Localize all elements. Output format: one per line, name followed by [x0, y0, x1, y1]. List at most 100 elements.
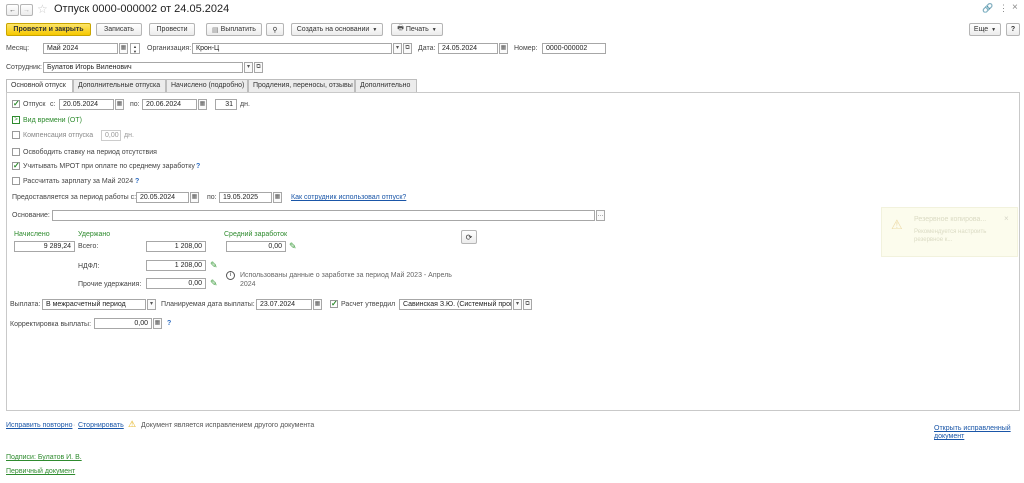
- days-field[interactable]: 31: [215, 99, 237, 110]
- mrot-label: Учитывать МРОТ при оплате по среднему за…: [23, 163, 195, 170]
- basis-label: Основание:: [12, 212, 50, 219]
- correction-calc-icon[interactable]: ▦: [153, 318, 162, 329]
- period-label: Предоставляется за период работы с:: [12, 194, 137, 201]
- period-to-calendar-icon[interactable]: ▦: [273, 192, 282, 203]
- calc-salary-help-icon[interactable]: ?: [135, 177, 139, 186]
- employee-dropdown-icon[interactable]: ▾: [244, 62, 253, 73]
- warning-icon: ⚠: [128, 419, 137, 429]
- org-field[interactable]: Крон-Ц: [192, 43, 392, 54]
- month-label: Месяц:: [6, 45, 30, 52]
- from-calendar-icon[interactable]: ▦: [115, 99, 124, 110]
- basis-field[interactable]: [52, 210, 595, 221]
- open-fixed-link[interactable]: Открыть исправленный документ: [934, 425, 1014, 441]
- write-button[interactable]: Записать: [96, 23, 142, 36]
- employee-open-icon[interactable]: ⧉: [254, 62, 263, 73]
- org-open-icon[interactable]: ⧉: [403, 43, 412, 54]
- correction-field[interactable]: 0,00: [94, 318, 152, 329]
- tab-additional-vacations[interactable]: Дополнительные отпуска: [73, 79, 166, 92]
- backup-notification[interactable]: ⚠ Резервное копирова... × Рекомендуется …: [881, 207, 1018, 257]
- favorite-star-icon[interactable]: ☆: [37, 2, 48, 16]
- approved-field[interactable]: Савинская З.Ю. (Системный прог: [399, 299, 512, 310]
- other-withholding-edit-icon[interactable]: ✎: [210, 279, 218, 288]
- to-label: по:: [130, 101, 140, 108]
- to-calendar-icon[interactable]: ▦: [198, 99, 207, 110]
- compensation-field[interactable]: 0,00: [101, 130, 121, 141]
- fix-again-link[interactable]: Исправить повторно: [6, 421, 72, 430]
- notification-text: Рекомендуется настроить резервное к...: [914, 229, 987, 243]
- basis-select-icon[interactable]: …: [596, 210, 605, 221]
- planned-date-calendar-icon[interactable]: ▦: [313, 299, 322, 310]
- time-kind-toggle[interactable]: >: [12, 116, 20, 124]
- correction-warning-text: Документ является исправлением другого д…: [141, 422, 315, 429]
- close-icon[interactable]: ×: [1012, 2, 1018, 13]
- month-field[interactable]: Май 2024: [43, 43, 118, 54]
- accrued-field: 9 289,24: [14, 241, 75, 252]
- printer-icon: 🖶: [397, 25, 404, 32]
- pay-icon: ▤: [212, 26, 219, 34]
- signatures-link[interactable]: Подписи: Булатов И. В.: [6, 453, 82, 462]
- chevron-down-icon: ▼: [991, 26, 997, 33]
- calendar-icon[interactable]: ▦: [119, 43, 128, 54]
- free-rate-label: Освободить ставку на период отсутствия: [23, 149, 157, 156]
- help-button[interactable]: ?: [1006, 23, 1020, 36]
- vacation-checkbox[interactable]: ✓: [12, 100, 20, 108]
- avg-earnings-info: Использованы данные о заработке за перио…: [240, 272, 452, 288]
- payment-dropdown-icon[interactable]: ▾: [147, 299, 156, 310]
- notification-close-icon[interactable]: ×: [1004, 214, 1009, 223]
- tab-accrued-detailed[interactable]: Начислено (подробно): [166, 79, 248, 92]
- period-to-field[interactable]: 19.05.2025: [219, 192, 272, 203]
- calc-salary-label: Рассчитать зарплату за Май 2024: [23, 178, 134, 185]
- avg-earnings-field: 0,00: [226, 241, 286, 252]
- post-button[interactable]: Провести: [149, 23, 195, 36]
- forward-button[interactable]: →: [20, 4, 33, 16]
- ndfl-edit-icon[interactable]: ✎: [210, 261, 218, 270]
- print-button[interactable]: 🖶 Печать ▼: [391, 23, 443, 36]
- post-and-close-button[interactable]: Провести и закрыть: [6, 23, 91, 36]
- window-header: ← → ☆ Отпуск 0000-000002 от 24.05.2024 🔗…: [0, 0, 1024, 20]
- time-kind-label[interactable]: Вид времени (ОТ): [23, 116, 82, 125]
- primary-document-link[interactable]: Первичный документ: [6, 467, 75, 476]
- pay-button[interactable]: ▤ Выплатить: [206, 23, 262, 36]
- number-field[interactable]: 0000-000002: [542, 43, 606, 54]
- compensation-checkbox[interactable]: [12, 131, 20, 139]
- approved-open-icon[interactable]: ⧉: [523, 299, 532, 310]
- recalculate-button[interactable]: ⟳: [461, 230, 477, 244]
- month-stepper[interactable]: ▲ ▼: [130, 43, 140, 54]
- mrot-help-icon[interactable]: ?: [196, 162, 200, 171]
- planned-date-field[interactable]: 23.07.2024: [256, 299, 312, 310]
- correction-help-icon[interactable]: ?: [167, 319, 171, 328]
- used-vacation-link[interactable]: Как сотрудник использовал отпуск?: [291, 193, 406, 202]
- vacation-label: Отпуск: [23, 101, 46, 108]
- date-calendar-icon[interactable]: ▦: [499, 43, 508, 54]
- more-button[interactable]: Еще ▼: [969, 23, 1001, 36]
- free-rate-checkbox[interactable]: [12, 148, 20, 156]
- employee-field[interactable]: Булатов Игорь Виленович: [43, 62, 243, 73]
- approved-checkbox[interactable]: ✓: [330, 300, 338, 308]
- avg-earnings-edit-icon[interactable]: ✎: [289, 242, 297, 251]
- approved-dropdown-icon[interactable]: ▾: [513, 299, 522, 310]
- payment-label: Выплата:: [10, 301, 41, 308]
- compensation-unit: дн.: [124, 132, 134, 139]
- org-dropdown-icon[interactable]: ▾: [393, 43, 402, 54]
- total-withheld-field: 1 208,00: [146, 241, 206, 252]
- attach-button[interactable]: ⚲: [266, 23, 284, 36]
- date-field[interactable]: 24.05.2024: [438, 43, 498, 54]
- reverse-link[interactable]: Сторнировать: [78, 421, 124, 430]
- vacation-to-field[interactable]: 20.06.2024: [142, 99, 197, 110]
- payment-field[interactable]: В межрасчетный период: [42, 299, 146, 310]
- tab-additional[interactable]: Дополнительно: [355, 79, 417, 92]
- period-from-calendar-icon[interactable]: ▦: [190, 192, 199, 203]
- vacation-from-field[interactable]: 20.05.2024: [59, 99, 114, 110]
- tab-main-vacation[interactable]: Основной отпуск: [6, 79, 73, 93]
- back-button[interactable]: ←: [6, 4, 19, 16]
- menu-dots-icon[interactable]: ⋮: [999, 3, 1008, 14]
- period-from-field[interactable]: 20.05.2024: [136, 192, 189, 203]
- chevron-down-icon: ▼: [372, 26, 378, 33]
- create-based-button[interactable]: Создать на основании ▼: [291, 23, 383, 36]
- correction-label: Корректировка выплаты:: [10, 321, 92, 328]
- link-icon[interactable]: 🔗: [982, 3, 993, 14]
- print-label: Печать: [405, 26, 429, 33]
- tab-extensions[interactable]: Продления, переносы, отзывы: [248, 79, 355, 92]
- mrot-checkbox[interactable]: ✓: [12, 162, 20, 170]
- calc-salary-checkbox[interactable]: [12, 177, 20, 185]
